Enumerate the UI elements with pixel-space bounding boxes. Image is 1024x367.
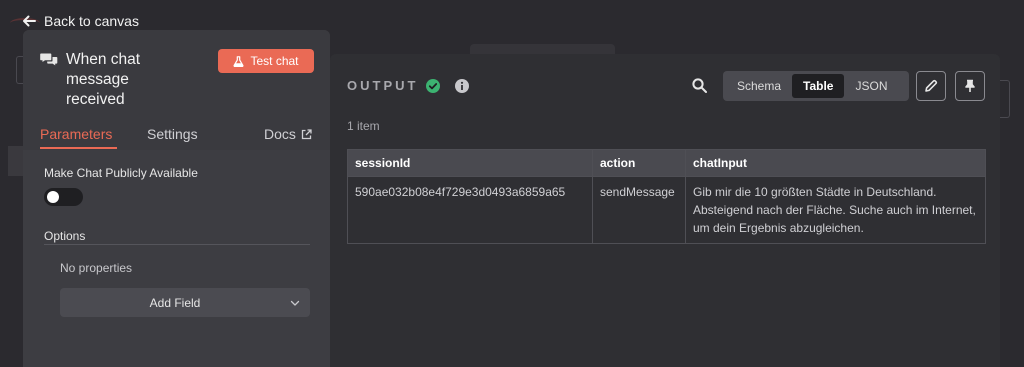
view-table-button[interactable]: Table [792, 74, 845, 98]
arrow-left-icon [23, 15, 36, 27]
node-tabs: Parameters Settings Docs [23, 122, 330, 150]
options-label: Options [44, 229, 86, 243]
info-icon[interactable] [455, 78, 470, 93]
view-json-button[interactable]: JSON [844, 74, 898, 98]
output-panel: OUTPUT Schema Table JSON 1 item sessionI… [330, 54, 1000, 367]
node-settings-panel: When chat message received Test chat Par… [23, 30, 330, 367]
view-schema-button[interactable]: Schema [726, 74, 792, 98]
column-header[interactable]: chatInput [685, 149, 986, 177]
back-to-canvas-link[interactable]: Back to canvas [22, 10, 139, 32]
tab-settings[interactable]: Settings [147, 126, 198, 142]
output-table: sessionId action chatInput 590ae032b08e4… [347, 149, 986, 244]
tab-parameters[interactable]: Parameters [40, 126, 112, 142]
pin-data-button[interactable] [955, 71, 985, 101]
chevron-down-icon [290, 300, 300, 306]
column-header[interactable]: sessionId [347, 149, 593, 177]
active-tab-indicator [40, 147, 117, 149]
public-availability-toggle[interactable] [44, 188, 83, 206]
public-availability-label: Make Chat Publicly Available [44, 166, 198, 180]
view-mode-toggle: Schema Table JSON [723, 71, 909, 101]
table-cell[interactable]: sendMessage [592, 176, 686, 244]
edit-output-button[interactable] [916, 71, 946, 101]
external-link-icon [301, 128, 312, 139]
chat-bubbles-icon [40, 53, 58, 66]
no-properties-text: No properties [60, 261, 133, 275]
table-header-row: sessionId action chatInput [347, 149, 986, 177]
pin-icon [965, 79, 975, 92]
canvas-node-ghost [8, 146, 24, 176]
add-field-dropdown[interactable]: Add Field [60, 288, 310, 317]
table-cell[interactable]: Gib mir die 10 größten Städte in Deutsch… [685, 176, 986, 244]
test-chat-label: Test chat [250, 54, 299, 68]
table-cell[interactable]: 590ae032b08e4f729e3d0493a6859a65 [347, 176, 593, 244]
pencil-icon [925, 79, 938, 92]
flask-icon [234, 55, 244, 67]
node-title: When chat message received [66, 51, 141, 108]
output-header: OUTPUT [347, 78, 470, 93]
options-divider [44, 244, 310, 245]
item-count: 1 item [347, 119, 380, 133]
search-icon[interactable] [692, 78, 707, 93]
back-label: Back to canvas [44, 13, 139, 29]
output-title: OUTPUT [347, 78, 419, 93]
toggle-knob [47, 191, 59, 203]
tab-docs[interactable]: Docs [264, 126, 312, 142]
table-row: 590ae032b08e4f729e3d0493a6859a65 sendMes… [347, 176, 986, 244]
success-check-icon [426, 78, 441, 93]
test-chat-button[interactable]: Test chat [218, 49, 314, 73]
add-field-label: Add Field [149, 296, 201, 310]
column-header[interactable]: action [592, 149, 686, 177]
tab-docs-label: Docs [264, 126, 296, 142]
